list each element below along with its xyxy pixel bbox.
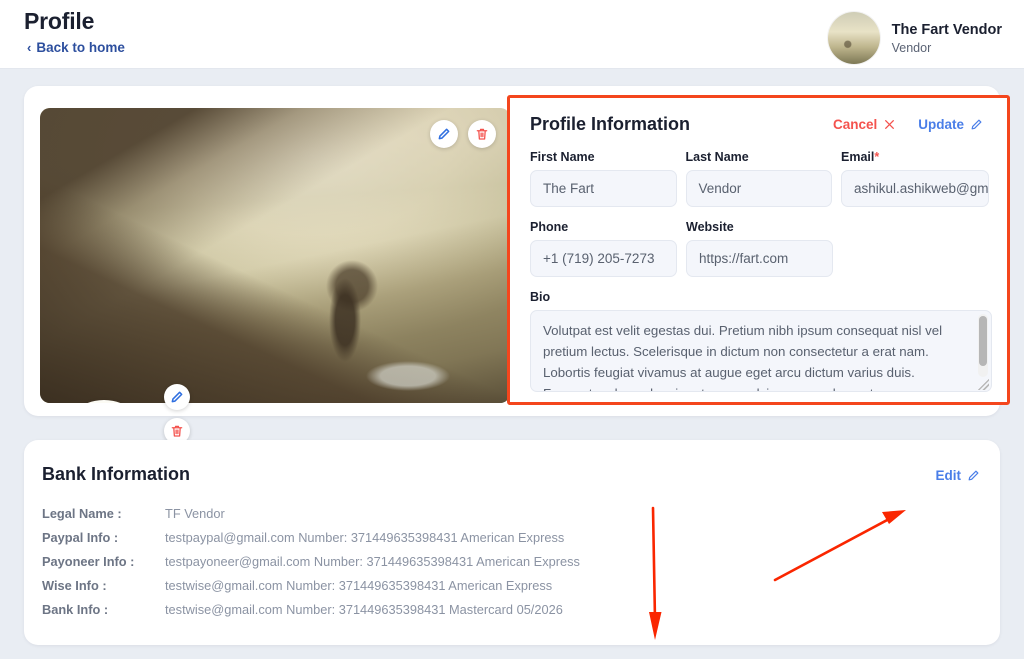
website-label: Website xyxy=(686,220,734,234)
website-input[interactable]: https://fart.com xyxy=(686,240,833,277)
bank-row-key: Paypal Info : xyxy=(42,530,119,545)
top-bar-left: Profile ‹ Back to home xyxy=(0,0,125,55)
bank-details-list: Legal Name : TF Vendor Paypal Info : tes… xyxy=(42,506,580,626)
required-marker: * xyxy=(874,150,880,164)
bio-resize-handle[interactable] xyxy=(978,379,989,390)
bank-row-value: TF Vendor xyxy=(165,506,225,521)
edit-bank-button[interactable]: Edit xyxy=(936,468,981,483)
profile-form-actions: Cancel Update xyxy=(833,117,989,132)
profile-form-header: Profile Information Cancel Update xyxy=(530,114,989,135)
email-label: Email* xyxy=(841,150,880,164)
phone-input[interactable]: +1 (719) 205-7273 xyxy=(530,240,677,277)
cancel-button[interactable]: Cancel xyxy=(833,117,896,132)
update-label: Update xyxy=(918,117,964,132)
bank-row-value: testwise@gmail.com Number: 3714496353984… xyxy=(165,578,553,593)
back-to-home-link[interactable]: ‹ Back to home xyxy=(27,40,125,55)
chevron-left-icon: ‹ xyxy=(27,40,32,55)
first-name-field: First Name The Fart xyxy=(530,150,677,207)
bank-row-key: Wise Info : xyxy=(42,578,107,593)
edit-cover-button[interactable] xyxy=(430,120,458,148)
bio-label: Bio xyxy=(530,290,551,304)
last-name-input[interactable]: Vendor xyxy=(685,170,832,207)
phone-field: Phone +1 (719) 205-7273 xyxy=(530,220,677,277)
avatar xyxy=(827,12,880,64)
cover-photo-image xyxy=(40,108,510,403)
trash-icon xyxy=(171,425,183,437)
profile-information-title: Profile Information xyxy=(530,114,691,134)
bio-scrollbar-thumb[interactable] xyxy=(979,316,987,366)
bank-information-title: Bank Information xyxy=(42,464,191,484)
last-name-label: Last Name xyxy=(685,150,749,164)
bank-row-value: testpaypal@gmail.com Number: 37144963539… xyxy=(165,530,565,545)
user-info: The Fart Vendor Vendor xyxy=(892,22,1002,55)
email-field: Email* ashikul.ashikweb@gma xyxy=(841,150,989,207)
back-to-home-label: Back to home xyxy=(36,40,125,55)
user-name: The Fart Vendor xyxy=(891,21,1002,38)
cover-photo-actions xyxy=(430,120,496,148)
bank-row-key: Payoneer Info : xyxy=(42,554,135,569)
update-button[interactable]: Update xyxy=(918,117,983,132)
table-row: Bank Info : testwise@gmail.com Number: 3… xyxy=(42,602,580,626)
pencil-icon xyxy=(171,391,183,403)
user-menu[interactable]: The Fart Vendor Vendor xyxy=(827,0,1024,64)
delete-cover-button[interactable] xyxy=(468,120,496,148)
edit-avatar-button[interactable] xyxy=(164,384,190,410)
bio-value: Volutpat est velit egestas dui. Pretium … xyxy=(543,323,943,391)
bank-row-key: Legal Name : xyxy=(42,506,122,521)
website-field: Website https://fart.com xyxy=(686,220,833,277)
table-row: Wise Info : testwise@gmail.com Number: 3… xyxy=(42,578,580,602)
pencil-icon xyxy=(968,470,979,481)
table-row: Payoneer Info : testpayoneer@gmail.com N… xyxy=(42,554,580,578)
trash-icon xyxy=(476,128,488,140)
page-title: Profile xyxy=(24,8,95,34)
profile-page: Profile ‹ Back to home The Fart Vendor V… xyxy=(0,0,1024,659)
bank-row-value: testwise@gmail.com Number: 3714496353984… xyxy=(165,602,563,617)
last-name-field: Last Name Vendor xyxy=(685,150,832,207)
name-email-row: First Name The Fart Last Name Vendor Ema… xyxy=(530,150,989,207)
edit-bank-label: Edit xyxy=(935,468,962,483)
bio-field: Bio Volutpat est velit egestas dui. Pret… xyxy=(530,290,992,392)
cover-photo[interactable] xyxy=(40,108,510,403)
pencil-icon xyxy=(438,128,450,140)
close-icon xyxy=(885,120,895,129)
bank-row-key: Bank Info : xyxy=(42,602,109,617)
bank-information-card: Bank Information Edit Legal Name : TF Ve… xyxy=(24,440,1000,645)
user-role: Vendor xyxy=(891,40,932,55)
profile-avatar-actions xyxy=(164,384,190,444)
first-name-label: First Name xyxy=(530,150,595,164)
profile-information-form: Profile Information Cancel Update First … xyxy=(507,95,1010,405)
cancel-label: Cancel xyxy=(832,117,878,132)
bio-textarea[interactable]: Volutpat est velit egestas dui. Pretium … xyxy=(530,310,992,392)
email-input[interactable]: ashikul.ashikweb@gma xyxy=(841,170,989,207)
first-name-input[interactable]: The Fart xyxy=(530,170,677,207)
phone-label: Phone xyxy=(530,220,569,234)
pencil-icon xyxy=(971,119,982,130)
phone-website-row: Phone +1 (719) 205-7273 Website https://… xyxy=(530,220,989,277)
top-bar: Profile ‹ Back to home The Fart Vendor V… xyxy=(0,0,1024,69)
table-row: Legal Name : TF Vendor xyxy=(42,506,580,530)
table-row: Paypal Info : testpaypal@gmail.com Numbe… xyxy=(42,530,580,554)
bank-row-value: testpayoneer@gmail.com Number: 371449635… xyxy=(165,554,580,569)
